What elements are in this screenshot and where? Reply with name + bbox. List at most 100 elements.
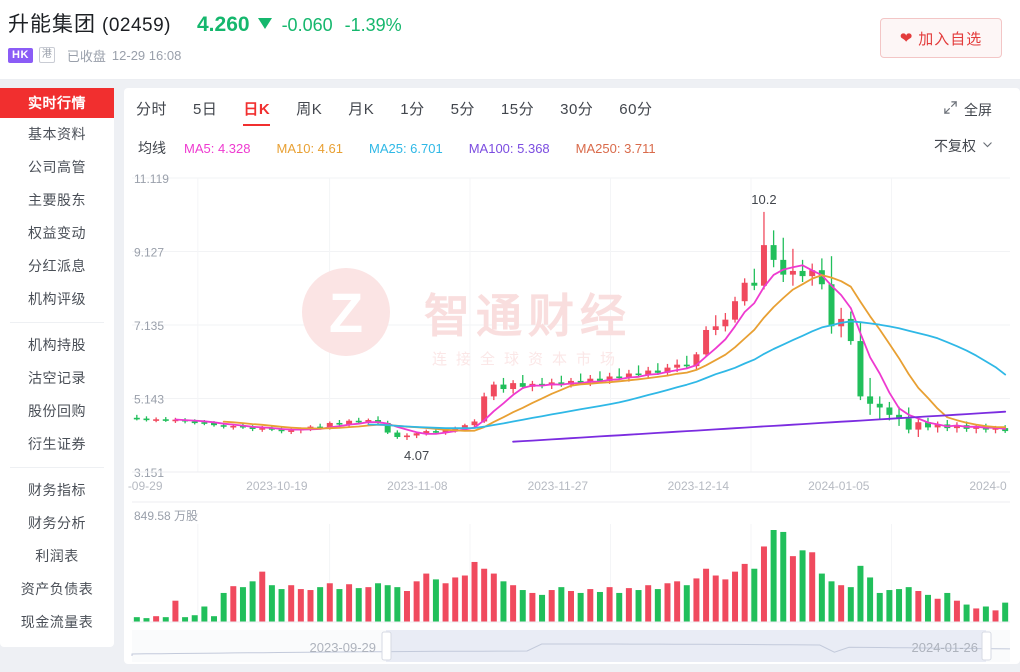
candle-body — [230, 426, 236, 428]
volume-bar — [645, 585, 651, 622]
volume-bar — [848, 587, 854, 622]
candle-body — [722, 320, 728, 327]
candle-body — [906, 419, 912, 430]
watermark: Z智通财经连接全球资本市场 — [302, 268, 632, 368]
volume-bar — [983, 607, 989, 622]
volume-bar — [250, 581, 256, 622]
sidebar-item-3[interactable]: 资产负债表 — [0, 573, 114, 606]
sidebar-item-2[interactable]: 利润表 — [0, 540, 114, 573]
candle-body — [414, 433, 420, 435]
adjustment-dropdown[interactable]: 不复权 — [934, 136, 994, 156]
volume-bar — [925, 595, 931, 622]
chart-panel: 分时 5日 日K 周K 月K 1分 5分 15分 30分 60分 全屏 均线 MA5: 4.328… — [124, 88, 1020, 664]
add-to-watchlist-button[interactable]: ❤ 加入自选 — [880, 18, 1002, 58]
tab-4[interactable]: 月K — [348, 98, 374, 123]
tab-3[interactable]: 周K — [296, 98, 322, 123]
kline-svg[interactable]: 11.1199.1277.1355.1433.151Z智通财经连接全球资本市场1… — [124, 172, 1020, 664]
sidebar-item-3[interactable]: 主要股东 — [0, 184, 114, 217]
current-price: 4.260 — [197, 13, 250, 37]
tab-9[interactable]: 60分 — [619, 98, 652, 123]
sidebar-item-0[interactable]: 财务指标 — [0, 474, 114, 507]
y-axis-label-3: 5.143 — [134, 393, 164, 407]
range-start-date: 2023-09-29 — [310, 640, 377, 655]
volume-bar — [336, 589, 342, 622]
volume-bar — [558, 587, 564, 622]
tab-0[interactable]: 分时 — [136, 98, 167, 123]
volume-bar — [664, 583, 670, 622]
y-axis-label-4: 3.151 — [134, 466, 164, 480]
sidebar-item-1[interactable]: 财务分析 — [0, 507, 114, 540]
volume-bar — [539, 595, 545, 622]
moving-average-legend: 均线 MA5: 4.328MA10: 4.61MA25: 6.701MA100:… — [124, 132, 1020, 164]
sidebar-divider — [10, 322, 104, 323]
tab-2[interactable]: 日K — [243, 98, 270, 123]
sidebar-item-5[interactable]: 分红派息 — [0, 250, 114, 283]
kline-chart[interactable]: 11.1199.1277.1355.1433.151Z智通财经连接全球资本市场1… — [124, 172, 1020, 664]
candle-body — [636, 374, 642, 376]
sidebar-item-4[interactable]: 现金流量表 — [0, 606, 114, 639]
secondary-badge-icon: 港 — [39, 47, 55, 63]
volume-bar — [481, 569, 487, 622]
candle-body — [472, 421, 478, 425]
volume-bar — [510, 585, 516, 622]
sidebar-item-0[interactable]: 实时行情 — [0, 88, 114, 118]
candle-body — [404, 436, 410, 438]
volume-bar — [153, 616, 159, 622]
high-price-annotation: 10.2 — [751, 192, 776, 207]
candle-body — [134, 418, 140, 420]
volume-bar — [404, 591, 410, 622]
volume-bar — [472, 562, 478, 622]
sidebar-item-6[interactable]: 机构评级 — [0, 283, 114, 316]
ma-legend-ma10: MA10: 4.61 — [277, 141, 344, 156]
volume-bar — [732, 572, 738, 622]
sidebar-item-0[interactable]: 机构持股 — [0, 329, 114, 362]
volume-bar — [935, 599, 941, 622]
sidebar-item-1[interactable]: 基本资料 — [0, 118, 114, 151]
sidebar-item-1[interactable]: 沽空记录 — [0, 362, 114, 395]
tab-8[interactable]: 30分 — [560, 98, 593, 123]
tab-6[interactable]: 5分 — [451, 98, 475, 123]
sidebar-item-2[interactable]: 股份回购 — [0, 395, 114, 428]
tab-5[interactable]: 1分 — [400, 98, 424, 123]
volume-bar — [607, 587, 613, 622]
candle-body — [771, 245, 777, 260]
volume-bar — [308, 590, 314, 622]
candle-body — [674, 365, 680, 368]
volume-bar — [211, 616, 217, 622]
candle-body — [800, 271, 806, 276]
sidebar-item-2[interactable]: 公司高管 — [0, 151, 114, 184]
ma-legend-ma250: MA250: 3.711 — [576, 141, 656, 156]
tab-1[interactable]: 5日 — [193, 98, 217, 123]
volume-bar — [182, 617, 188, 622]
volume-bar — [742, 564, 748, 622]
volume-bar — [954, 601, 960, 622]
range-selector-window[interactable] — [386, 630, 986, 662]
volume-bar — [452, 577, 458, 622]
y-axis-label-0: 11.119 — [134, 172, 169, 186]
sidebar-item-3[interactable]: 衍生证券 — [0, 428, 114, 461]
fullscreen-button[interactable]: 全屏 — [943, 100, 992, 120]
tab-7[interactable]: 15分 — [501, 98, 534, 123]
volume-bar — [761, 546, 767, 622]
price-block: 4.260 -0.060 -1.39% — [197, 13, 402, 37]
range-handle-left[interactable] — [382, 632, 391, 660]
volume-bar — [587, 589, 593, 622]
stock-name: 升能集团 — [8, 8, 96, 38]
volume-bar — [520, 590, 526, 622]
market-badge-hk: HK — [8, 48, 33, 63]
candle-body — [163, 419, 169, 421]
y-axis-label-1: 9.127 — [134, 246, 164, 260]
sidebar-item-4[interactable]: 权益变动 — [0, 217, 114, 250]
range-handle-right[interactable] — [982, 632, 991, 660]
volume-bar — [230, 586, 236, 622]
candle-body — [780, 260, 786, 275]
chevron-down-icon — [981, 138, 994, 154]
volume-bar — [771, 530, 777, 622]
candle-body — [761, 245, 767, 286]
volume-bar — [857, 566, 863, 622]
candle-body — [143, 419, 149, 421]
period-tabs: 分时 5日 日K 周K 月K 1分 5分 15分 30分 60分 — [124, 88, 1020, 132]
volume-bar — [906, 587, 912, 622]
volume-bar — [201, 607, 207, 622]
watermark-logo-letter: Z — [329, 281, 363, 344]
